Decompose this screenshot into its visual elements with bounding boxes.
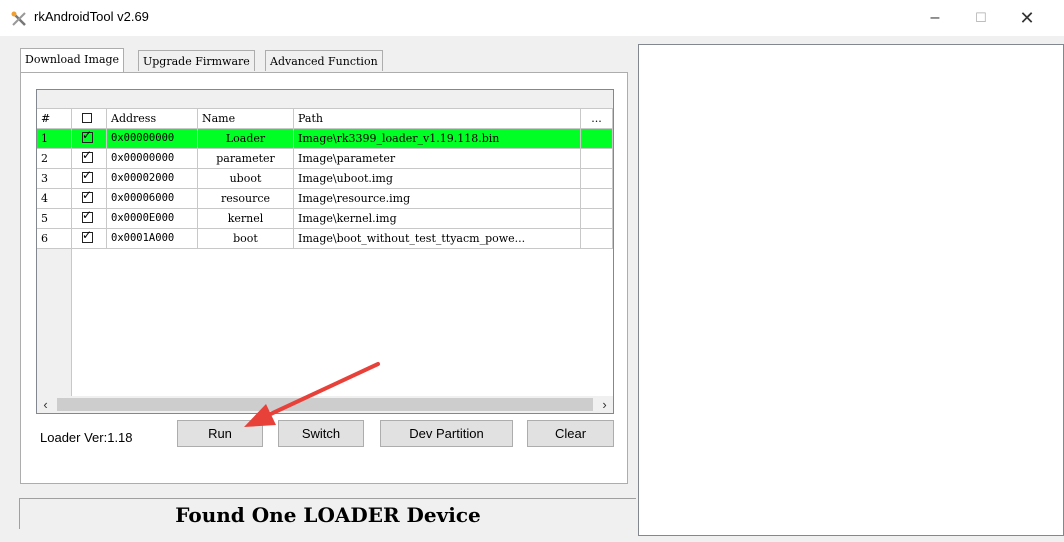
- row-checkbox-cell[interactable]: ✓: [72, 209, 107, 229]
- maximize-button[interactable]: ☐: [958, 0, 1004, 36]
- address-cell[interactable]: 0x0000E000: [107, 209, 198, 229]
- chevron-right-icon[interactable]: ›: [596, 396, 613, 413]
- more-cell[interactable]: [581, 229, 613, 249]
- checkmark-icon: ✓: [82, 149, 93, 162]
- tab-download-image[interactable]: Download Image: [20, 48, 125, 72]
- clear-button[interactable]: Clear: [527, 420, 614, 447]
- horizontal-scrollbar[interactable]: ‹ ›: [37, 396, 613, 413]
- window-title: rkAndroidTool v2.69: [34, 9, 149, 24]
- row-checkbox[interactable]: ✓: [82, 209, 93, 223]
- more-cell[interactable]: [581, 169, 613, 189]
- path-cell[interactable]: Image\rk3399_loader_v1.19.118.bin: [294, 129, 581, 149]
- select-all-checkbox[interactable]: [82, 113, 92, 123]
- checkmark-icon: ✓: [82, 169, 93, 182]
- path-cell[interactable]: Image\parameter: [294, 149, 581, 169]
- address-cell[interactable]: 0x00000000: [107, 149, 198, 169]
- address-cell[interactable]: 0x00000000: [107, 129, 198, 149]
- row-number[interactable]: 4: [37, 189, 72, 209]
- path-cell[interactable]: Image\boot_without_test_ttyacm_powe...: [294, 229, 581, 249]
- row-header-filler: [37, 249, 72, 396]
- name-cell[interactable]: parameter: [198, 149, 294, 169]
- name-cell[interactable]: kernel: [198, 209, 294, 229]
- checkmark-icon: ✓: [82, 229, 93, 242]
- name-cell[interactable]: uboot: [198, 169, 294, 189]
- header-path[interactable]: Path: [294, 109, 581, 129]
- close-button[interactable]: ✕: [1004, 0, 1050, 36]
- address-cell[interactable]: 0x00002000: [107, 169, 198, 189]
- more-cell[interactable]: [581, 209, 613, 229]
- name-cell[interactable]: resource: [198, 189, 294, 209]
- checkmark-icon: ✓: [82, 189, 93, 202]
- minimize-button[interactable]: –: [912, 0, 958, 36]
- status-message: Found One LOADER Device: [175, 503, 481, 527]
- header-name[interactable]: Name: [198, 109, 294, 129]
- row-number[interactable]: 3: [37, 169, 72, 189]
- run-button[interactable]: Run: [177, 420, 263, 447]
- checkmark-icon: ✓: [82, 209, 93, 222]
- chevron-left-icon[interactable]: ‹: [37, 396, 54, 413]
- more-cell[interactable]: [581, 189, 613, 209]
- row-checkbox[interactable]: ✓: [82, 189, 93, 203]
- scroll-thumb[interactable]: [57, 398, 593, 411]
- row-checkbox[interactable]: ✓: [82, 149, 93, 163]
- more-cell[interactable]: [581, 129, 613, 149]
- row-number[interactable]: 2: [37, 149, 72, 169]
- log-output-panel[interactable]: [638, 44, 1064, 536]
- header-address[interactable]: Address: [107, 109, 198, 129]
- address-cell[interactable]: 0x0001A000: [107, 229, 198, 249]
- checkmark-icon: ✓: [82, 129, 93, 142]
- tools-icon: [11, 11, 26, 26]
- title-bar: rkAndroidTool v2.69 – ☐ ✕: [0, 0, 1064, 36]
- switch-button[interactable]: Switch: [278, 420, 364, 447]
- row-number[interactable]: 6: [37, 229, 72, 249]
- tab-upgrade-firmware[interactable]: Upgrade Firmware: [138, 50, 255, 71]
- row-checkbox[interactable]: ✓: [82, 129, 93, 143]
- row-checkbox-cell[interactable]: ✓: [72, 189, 107, 209]
- path-cell[interactable]: Image\resource.img: [294, 189, 581, 209]
- row-checkbox-cell[interactable]: ✓: [72, 149, 107, 169]
- name-cell[interactable]: Loader: [198, 129, 294, 149]
- row-checkbox[interactable]: ✓: [82, 229, 93, 243]
- row-checkbox-cell[interactable]: ✓: [72, 129, 107, 149]
- row-checkbox-cell[interactable]: ✓: [72, 169, 107, 189]
- path-cell[interactable]: Image\kernel.img: [294, 209, 581, 229]
- image-list-grid: # Address Name Path ... 1 ✓ 0x00000000 Load…: [36, 89, 614, 414]
- loader-version-label: Loader Ver:1.18: [40, 430, 133, 445]
- row-checkbox-cell[interactable]: ✓: [72, 229, 107, 249]
- address-cell[interactable]: 0x00006000: [107, 189, 198, 209]
- row-number[interactable]: 1: [37, 129, 72, 149]
- grid-body: # Address Name Path ... 1 ✓ 0x00000000 Load…: [37, 109, 613, 396]
- name-cell[interactable]: boot: [198, 229, 294, 249]
- path-cell[interactable]: Image\uboot.img: [294, 169, 581, 189]
- header-more[interactable]: ...: [581, 109, 613, 129]
- row-number[interactable]: 5: [37, 209, 72, 229]
- row-checkbox[interactable]: ✓: [82, 169, 93, 183]
- dev-partition-button[interactable]: Dev Partition: [380, 420, 513, 447]
- header-num[interactable]: #: [37, 109, 72, 129]
- more-cell[interactable]: [581, 149, 613, 169]
- header-checkbox[interactable]: [72, 109, 107, 129]
- grid-top-bar: [37, 90, 613, 109]
- status-bar: Found One LOADER Device: [19, 498, 636, 529]
- tab-advanced-function[interactable]: Advanced Function: [265, 50, 383, 71]
